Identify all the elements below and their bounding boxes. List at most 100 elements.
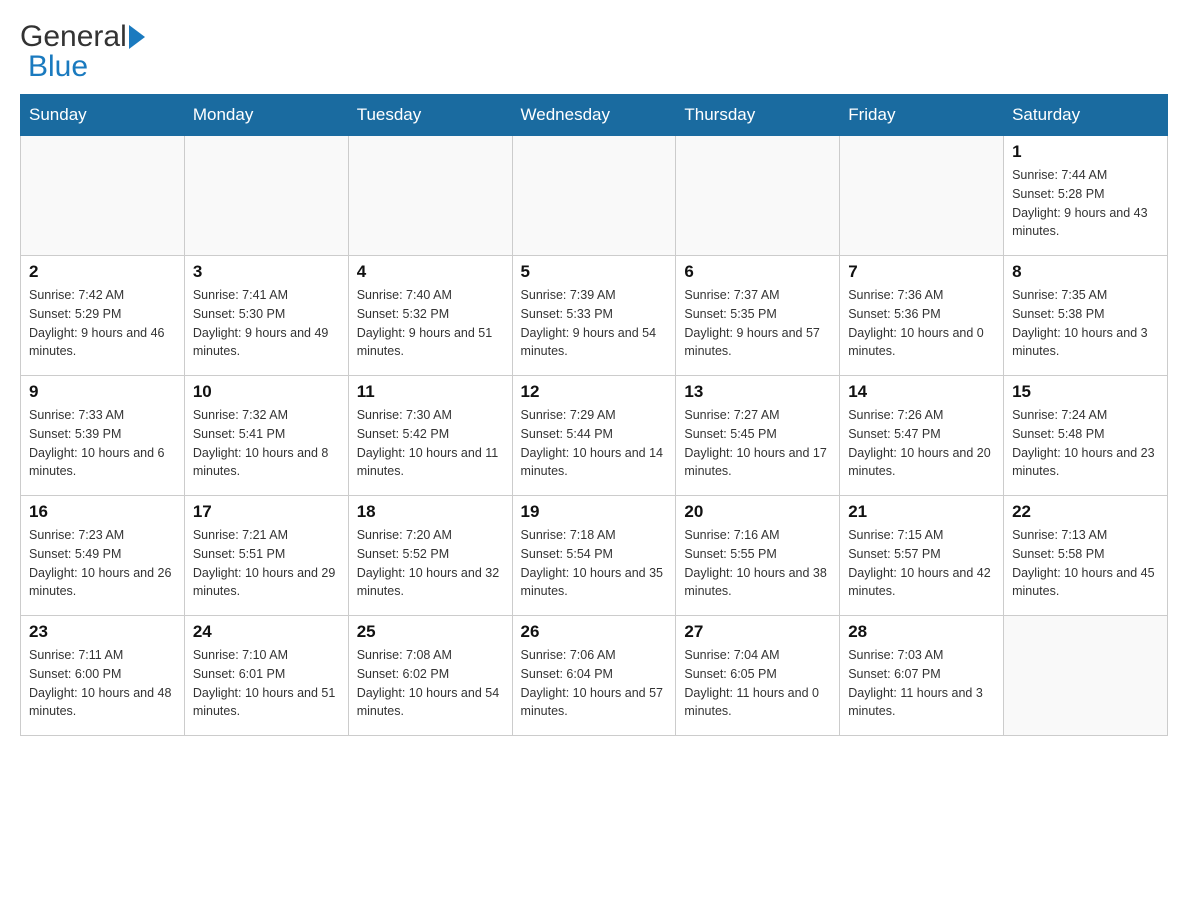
calendar-cell: 9 Sunrise: 7:33 AMSunset: 5:39 PMDaylight… [21,376,185,496]
day-number: 26 [521,622,668,642]
day-info: Sunrise: 7:26 AMSunset: 5:47 PMDaylight:… [848,406,995,481]
day-number: 24 [193,622,340,642]
calendar-cell: 21 Sunrise: 7:15 AMSunset: 5:57 PMDayligh… [840,496,1004,616]
calendar-cell [21,136,185,256]
day-info: Sunrise: 7:40 AMSunset: 5:32 PMDaylight:… [357,286,504,361]
week-row-5: 23 Sunrise: 7:11 AMSunset: 6:00 PMDayligh… [21,616,1168,736]
day-info: Sunrise: 7:27 AMSunset: 5:45 PMDaylight:… [684,406,831,481]
calendar-cell: 4 Sunrise: 7:40 AMSunset: 5:32 PMDaylight… [348,256,512,376]
day-info: Sunrise: 7:08 AMSunset: 6:02 PMDaylight:… [357,646,504,721]
logo-blue-text: Blue [28,50,88,83]
calendar-cell: 5 Sunrise: 7:39 AMSunset: 5:33 PMDaylight… [512,256,676,376]
day-info: Sunrise: 7:36 AMSunset: 5:36 PMDaylight:… [848,286,995,361]
day-number: 25 [357,622,504,642]
day-info: Sunrise: 7:20 AMSunset: 5:52 PMDaylight:… [357,526,504,601]
day-number: 11 [357,382,504,402]
day-info: Sunrise: 7:32 AMSunset: 5:41 PMDaylight:… [193,406,340,481]
calendar-cell [1004,616,1168,736]
calendar-cell: 11 Sunrise: 7:30 AMSunset: 5:42 PMDayligh… [348,376,512,496]
column-header-saturday: Saturday [1004,95,1168,136]
calendar-cell: 17 Sunrise: 7:21 AMSunset: 5:51 PMDayligh… [184,496,348,616]
calendar-cell: 2 Sunrise: 7:42 AMSunset: 5:29 PMDaylight… [21,256,185,376]
calendar-cell: 15 Sunrise: 7:24 AMSunset: 5:48 PMDayligh… [1004,376,1168,496]
calendar-cell [676,136,840,256]
day-info: Sunrise: 7:13 AMSunset: 5:58 PMDaylight:… [1012,526,1159,601]
week-row-1: 1 Sunrise: 7:44 AMSunset: 5:28 PMDaylight… [21,136,1168,256]
day-info: Sunrise: 7:11 AMSunset: 6:00 PMDaylight:… [29,646,176,721]
calendar-cell: 22 Sunrise: 7:13 AMSunset: 5:58 PMDayligh… [1004,496,1168,616]
calendar-cell: 27Sunrise: 7:04 AMSunset: 6:05 PMDayligh… [676,616,840,736]
column-header-monday: Monday [184,95,348,136]
calendar-cell: 18 Sunrise: 7:20 AMSunset: 5:52 PMDayligh… [348,496,512,616]
day-info: Sunrise: 7:04 AMSunset: 6:05 PMDaylight:… [684,646,831,721]
page-header: General Blue [20,20,1168,84]
day-info: Sunrise: 7:44 AMSunset: 5:28 PMDaylight:… [1012,166,1159,241]
day-number: 23 [29,622,176,642]
calendar-cell: 19 Sunrise: 7:18 AMSunset: 5:54 PMDayligh… [512,496,676,616]
calendar-table: SundayMondayTuesdayWednesdayThursdayFrid… [20,94,1168,736]
day-info: Sunrise: 7:33 AMSunset: 5:39 PMDaylight:… [29,406,176,481]
day-info: Sunrise: 7:21 AMSunset: 5:51 PMDaylight:… [193,526,340,601]
day-number: 9 [29,382,176,402]
day-number: 2 [29,262,176,282]
day-number: 18 [357,502,504,522]
calendar-cell [184,136,348,256]
day-info: Sunrise: 7:30 AMSunset: 5:42 PMDaylight:… [357,406,504,481]
calendar-cell [512,136,676,256]
day-info: Sunrise: 7:06 AMSunset: 6:04 PMDaylight:… [521,646,668,721]
logo: General Blue [20,20,146,84]
calendar-cell: 24 Sunrise: 7:10 AMSunset: 6:01 PMDayligh… [184,616,348,736]
day-number: 8 [1012,262,1159,282]
week-row-3: 9 Sunrise: 7:33 AMSunset: 5:39 PMDaylight… [21,376,1168,496]
day-info: Sunrise: 7:03 AMSunset: 6:07 PMDaylight:… [848,646,995,721]
day-info: Sunrise: 7:18 AMSunset: 5:54 PMDaylight:… [521,526,668,601]
week-row-2: 2 Sunrise: 7:42 AMSunset: 5:29 PMDaylight… [21,256,1168,376]
day-number: 15 [1012,382,1159,402]
calendar-cell: 25 Sunrise: 7:08 AMSunset: 6:02 PMDayligh… [348,616,512,736]
calendar-cell: 20 Sunrise: 7:16 AMSunset: 5:55 PMDayligh… [676,496,840,616]
day-info: Sunrise: 7:15 AMSunset: 5:57 PMDaylight:… [848,526,995,601]
day-number: 20 [684,502,831,522]
day-number: 4 [357,262,504,282]
day-info: Sunrise: 7:42 AMSunset: 5:29 PMDaylight:… [29,286,176,361]
calendar-cell: 1 Sunrise: 7:44 AMSunset: 5:28 PMDaylight… [1004,136,1168,256]
day-number: 6 [684,262,831,282]
day-info: Sunrise: 7:41 AMSunset: 5:30 PMDaylight:… [193,286,340,361]
day-info: Sunrise: 7:24 AMSunset: 5:48 PMDaylight:… [1012,406,1159,481]
logo-arrow-icon [129,25,145,49]
day-info: Sunrise: 7:16 AMSunset: 5:55 PMDaylight:… [684,526,831,601]
calendar-cell: 23 Sunrise: 7:11 AMSunset: 6:00 PMDayligh… [21,616,185,736]
day-number: 16 [29,502,176,522]
calendar-cell: 16 Sunrise: 7:23 AMSunset: 5:49 PMDayligh… [21,496,185,616]
day-info: Sunrise: 7:37 AMSunset: 5:35 PMDaylight:… [684,286,831,361]
day-number: 12 [521,382,668,402]
calendar-cell [348,136,512,256]
day-number: 22 [1012,502,1159,522]
day-info: Sunrise: 7:10 AMSunset: 6:01 PMDaylight:… [193,646,340,721]
calendar-cell: 13 Sunrise: 7:27 AMSunset: 5:45 PMDayligh… [676,376,840,496]
day-info: Sunrise: 7:29 AMSunset: 5:44 PMDaylight:… [521,406,668,481]
calendar-cell: 8 Sunrise: 7:35 AMSunset: 5:38 PMDaylight… [1004,256,1168,376]
column-header-tuesday: Tuesday [348,95,512,136]
day-number: 21 [848,502,995,522]
calendar-cell: 6 Sunrise: 7:37 AMSunset: 5:35 PMDaylight… [676,256,840,376]
calendar-cell: 14Sunrise: 7:26 AMSunset: 5:47 PMDayligh… [840,376,1004,496]
day-info: Sunrise: 7:23 AMSunset: 5:49 PMDaylight:… [29,526,176,601]
day-number: 7 [848,262,995,282]
calendar-header-row: SundayMondayTuesdayWednesdayThursdayFrid… [21,95,1168,136]
day-number: 10 [193,382,340,402]
day-number: 17 [193,502,340,522]
week-row-4: 16 Sunrise: 7:23 AMSunset: 5:49 PMDayligh… [21,496,1168,616]
day-number: 1 [1012,142,1159,162]
column-header-friday: Friday [840,95,1004,136]
calendar-cell [840,136,1004,256]
day-number: 5 [521,262,668,282]
day-number: 3 [193,262,340,282]
day-number: 19 [521,502,668,522]
day-info: Sunrise: 7:39 AMSunset: 5:33 PMDaylight:… [521,286,668,361]
calendar-cell: 12 Sunrise: 7:29 AMSunset: 5:44 PMDayligh… [512,376,676,496]
day-number: 13 [684,382,831,402]
calendar-cell: 10 Sunrise: 7:32 AMSunset: 5:41 PMDayligh… [184,376,348,496]
calendar-cell: 28Sunrise: 7:03 AMSunset: 6:07 PMDayligh… [840,616,1004,736]
day-info: Sunrise: 7:35 AMSunset: 5:38 PMDaylight:… [1012,286,1159,361]
